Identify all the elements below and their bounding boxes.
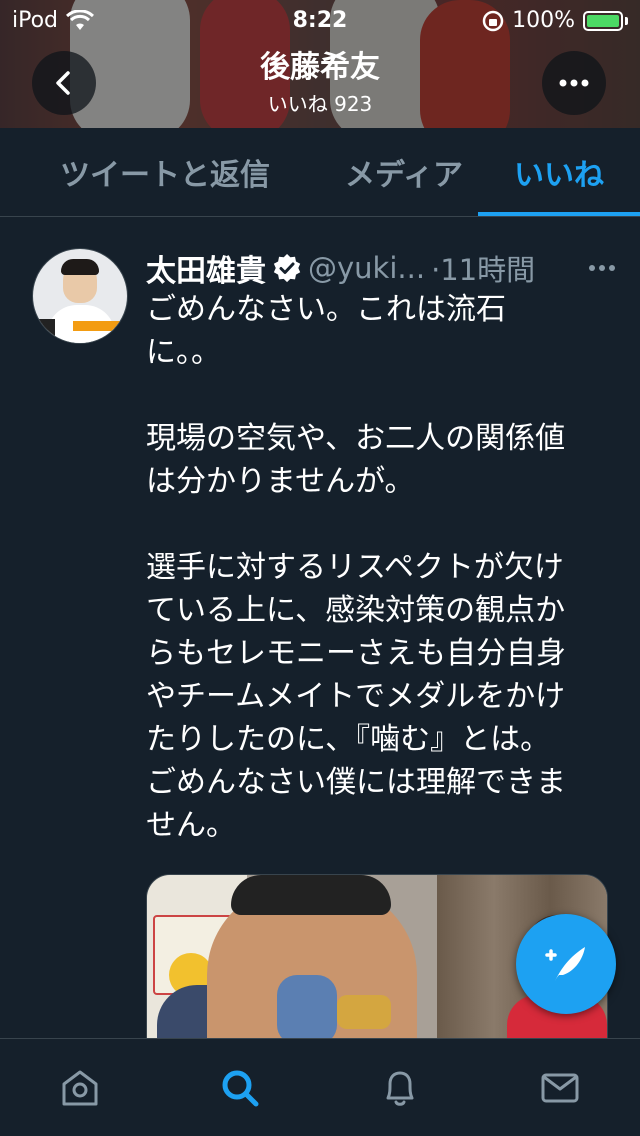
verified-badge-icon [273,253,301,283]
status-bar: iPod 8:22 100% [0,0,640,40]
nav-notifications[interactable] [320,1039,480,1136]
tweet-text: ごめんなさい。これは流石 に。。 現場の空気や、お二人の関係値 は分かりませんが… [146,288,596,847]
tweet-author-name[interactable]: 太田雄貴 [146,246,266,290]
tweet-paragraph: 選手に対するリスペクトが欠け ている上に、感染対策の観点か らもセレモニーさえも… [146,550,566,843]
tab-likes[interactable]: いいね [478,128,640,216]
profile-header-title: 後藤希友 いいね 923 [0,42,640,117]
tab-media[interactable]: メディア [330,128,478,216]
likes-count: いいね 923 [267,92,373,116]
orientation-lock-icon [482,10,504,31]
tweet-author-handle[interactable]: @yuki... [308,251,425,285]
home-icon [62,1070,98,1106]
tweet-paragraph: ごめんなさい。これは流石 に。。 [146,292,506,370]
bell-icon [386,1071,414,1106]
profile-name: 後藤希友 [260,50,380,85]
tab-tweets-and-replies[interactable]: ツイートと返信 [0,128,330,216]
nav-home[interactable] [0,1039,160,1136]
compose-tweet-icon [545,947,585,981]
mail-icon [541,1073,579,1103]
more-horizontal-icon[interactable] [588,264,616,272]
divider [0,216,640,217]
tweet-header: 太田雄貴 @yuki... ·11時間 [146,246,616,290]
battery-charging-icon [583,10,623,31]
battery-percent: 100% [512,8,575,33]
profile-tabs: ツイートと返信 メディア いいね [0,128,640,216]
nav-search[interactable] [160,1039,320,1136]
bottom-nav [0,1038,640,1136]
compose-tweet-button[interactable] [516,914,616,1014]
avatar[interactable] [32,248,128,344]
tweet-timestamp: ·11時間 [431,253,536,287]
nav-messages[interactable] [480,1039,640,1136]
tweet-paragraph: 現場の空気や、お二人の関係値 は分かりませんが。 [146,421,566,499]
search-icon [222,1070,259,1107]
